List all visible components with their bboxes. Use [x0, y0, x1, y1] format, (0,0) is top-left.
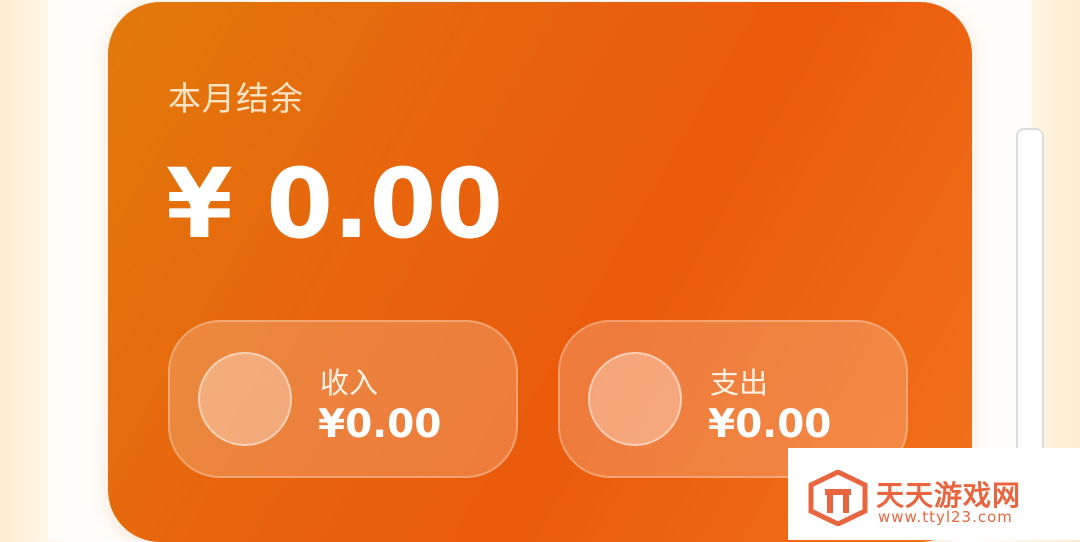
expense-value: ¥0.00	[708, 402, 832, 447]
income-label: 收入	[320, 366, 379, 400]
balance-title: 本月结余	[168, 79, 304, 118]
expense-icon	[588, 352, 682, 446]
income-icon	[198, 352, 292, 446]
adjacent-card-edge	[1016, 128, 1044, 492]
watermark-logo-icon	[808, 470, 868, 526]
balance-amount: ¥ 0.00	[166, 148, 504, 260]
watermark: 天天游戏网 www.ttyl23.com	[788, 448, 1080, 540]
income-summary[interactable]: 收入 ¥0.00	[168, 320, 518, 478]
income-value: ¥0.00	[318, 402, 442, 447]
expense-label: 支出	[710, 366, 769, 400]
watermark-site-url: www.ttyl23.com	[878, 508, 1013, 526]
